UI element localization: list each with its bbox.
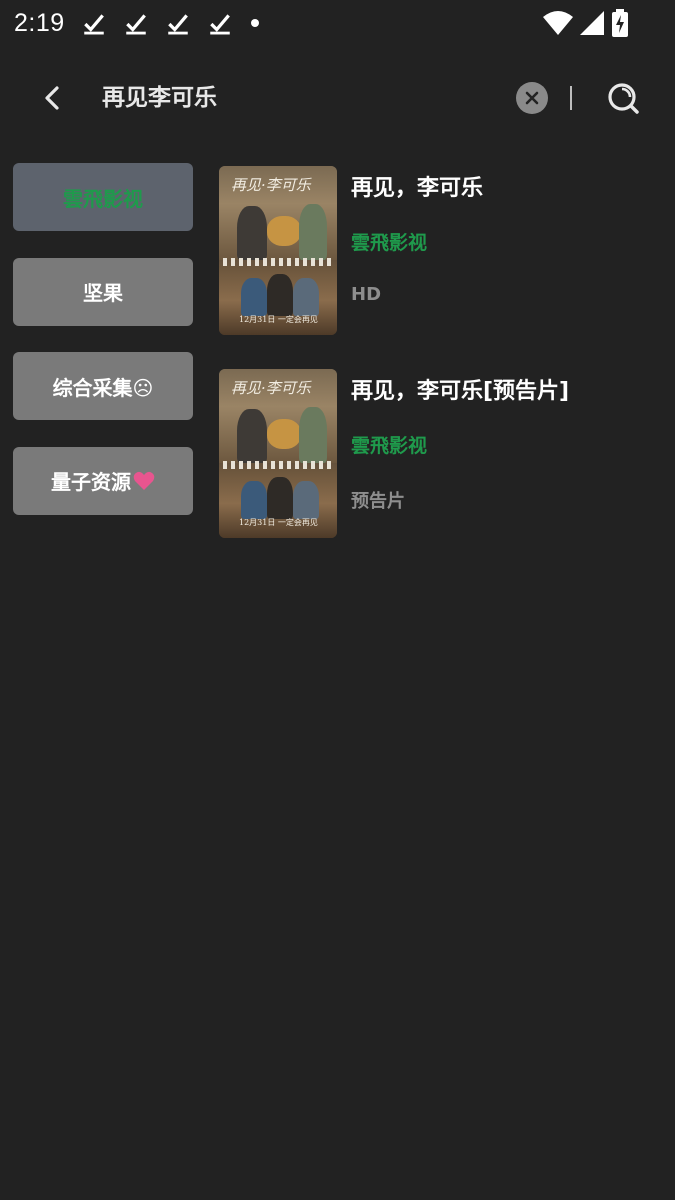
source-label: 坚果 xyxy=(83,281,123,305)
search-input[interactable]: 再见李可乐 xyxy=(102,80,217,116)
search-button[interactable] xyxy=(604,79,642,117)
back-button[interactable] xyxy=(34,80,70,116)
download-done-icon xyxy=(83,14,104,35)
source-label: 量子资源 xyxy=(51,470,131,494)
wifi-icon xyxy=(543,11,573,35)
cell-signal-icon xyxy=(580,11,604,35)
source-label: 雲飛影视 xyxy=(63,186,143,211)
heart-icon xyxy=(133,471,155,490)
source-item-jianguo[interactable]: 坚果 xyxy=(13,257,193,326)
poster-caption: 12月31日 一定会再见 xyxy=(239,518,318,527)
more-notifications-dot-icon xyxy=(250,19,259,27)
source-item-yunfei[interactable]: 雲飛影视 xyxy=(13,163,193,231)
poster-title: 再见·李可乐 xyxy=(231,379,311,397)
result-source: 雲飛影视 xyxy=(351,232,428,254)
download-done-icon xyxy=(125,14,146,35)
search-header: 再见李可乐 xyxy=(0,62,675,132)
result-source: 雲飛影视 xyxy=(351,435,428,457)
battery-charging-icon xyxy=(612,9,628,37)
status-time: 2:19 xyxy=(14,8,65,37)
poster-image: 再见·李可乐 12月31日 一定会再见 xyxy=(219,369,337,538)
chevron-left-icon xyxy=(45,86,59,110)
source-label: 综合采集☹ xyxy=(52,375,154,400)
source-item-liangzi[interactable]: 量子资源 xyxy=(13,446,193,515)
result-item[interactable]: 再见·李可乐 12月31日 一定会再见 再见，李可乐[预告片] 雲飛影视 预告片 xyxy=(219,369,659,540)
source-item-zonghe[interactable]: 综合采集☹ xyxy=(13,352,193,420)
poster-title: 再见·李可乐 xyxy=(231,176,311,194)
result-note: HD xyxy=(351,284,382,305)
result-title: 再见，李可乐 xyxy=(351,176,484,201)
status-right xyxy=(543,9,629,37)
search-icon xyxy=(608,83,639,114)
search-results: 再见·李可乐 12月31日 一定会再见 再见，李可乐 雲飛影视 HD 再见·李可… xyxy=(219,166,659,572)
header-divider xyxy=(570,86,572,110)
notification-icons xyxy=(81,10,259,36)
result-note: 预告片 xyxy=(351,491,405,512)
source-list: 雲飛影视 坚果 综合采集☹ 量子资源 xyxy=(13,163,193,541)
result-title: 再见，李可乐[预告片] xyxy=(351,379,570,404)
poster-caption: 12月31日 一定会再见 xyxy=(239,315,318,324)
clear-search-button[interactable] xyxy=(516,82,548,114)
close-icon xyxy=(525,91,539,105)
status-bar: 2:19 xyxy=(0,0,675,46)
poster-image: 再见·李可乐 12月31日 一定会再见 xyxy=(219,166,337,335)
download-done-icon xyxy=(167,14,188,35)
download-done-icon xyxy=(209,14,230,35)
result-item[interactable]: 再见·李可乐 12月31日 一定会再见 再见，李可乐 雲飛影视 HD xyxy=(219,166,659,337)
